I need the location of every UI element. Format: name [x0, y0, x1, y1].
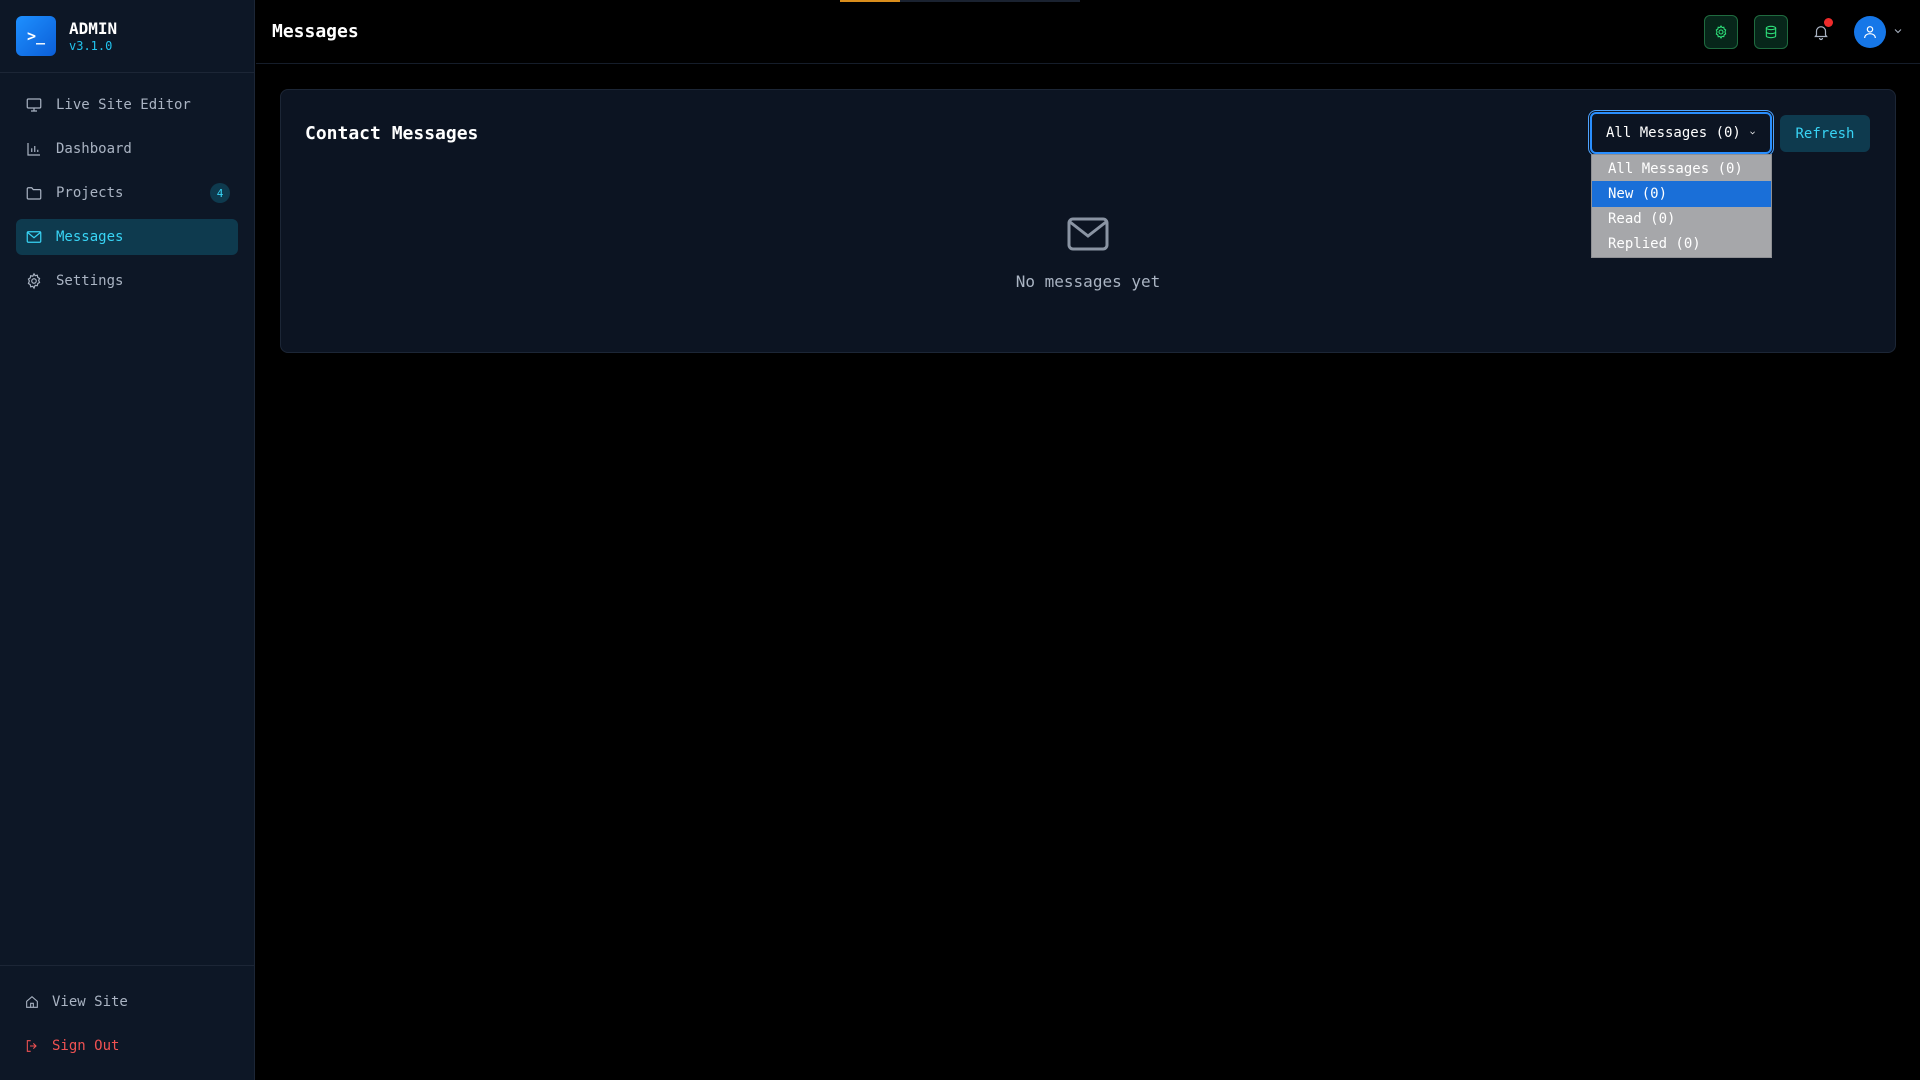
sidebar-item-label: Settings [56, 273, 124, 289]
bar-chart-icon [24, 139, 44, 159]
mail-icon [1067, 217, 1109, 251]
folder-icon [24, 183, 44, 203]
brand: >_ ADMIN v3.1.0 [0, 0, 254, 73]
user-icon [1864, 25, 1876, 38]
settings-status-button[interactable] [1704, 14, 1738, 49]
terminal-logo-icon: >_ [16, 16, 56, 56]
message-filter-select[interactable]: All Messages (0) [1588, 110, 1774, 156]
sign-out-button[interactable]: Sign Out [16, 1028, 238, 1064]
empty-state-text: No messages yet [1015, 272, 1161, 291]
sidebar: >_ ADMIN v3.1.0 Live Site Editor Dashboa… [0, 0, 255, 1080]
view-site-link[interactable]: View Site [16, 984, 238, 1020]
header-actions [1704, 14, 1904, 49]
filter-option-replied[interactable]: Replied (0) [1592, 232, 1771, 257]
user-menu-button[interactable] [1854, 15, 1904, 48]
sidebar-item-projects[interactable]: Projects 4 [16, 175, 238, 211]
loading-progress-fill [840, 0, 900, 2]
chevron-down-icon [1892, 22, 1904, 41]
card-title: Contact Messages [305, 123, 479, 144]
sidebar-item-label: Messages [56, 229, 124, 245]
database-icon [1765, 25, 1777, 38]
sign-out-icon [26, 1040, 37, 1052]
notification-dot [1824, 17, 1833, 27]
filter-option-new[interactable]: New (0) [1592, 181, 1771, 207]
filter-option-read[interactable]: Read (0) [1592, 207, 1771, 232]
database-status-button[interactable] [1754, 14, 1788, 49]
sidebar-item-dashboard[interactable]: Dashboard [16, 131, 238, 167]
projects-count-badge: 4 [210, 183, 230, 203]
avatar [1854, 15, 1886, 48]
mail-icon [24, 227, 44, 247]
filter-selected-value: All Messages (0) [1606, 125, 1741, 141]
sidebar-item-messages[interactable]: Messages [16, 219, 238, 255]
brand-text: ADMIN v3.1.0 [69, 19, 117, 54]
filter-option-all[interactable]: All Messages (0) [1592, 156, 1771, 181]
sidebar-nav: Live Site Editor Dashboard Projects 4 Me… [0, 73, 254, 313]
monitor-icon [24, 95, 44, 115]
sidebar-item-settings[interactable]: Settings [16, 263, 238, 299]
filter-dropdown-list: All Messages (0) New (0) Read (0) Replie… [1591, 154, 1772, 258]
page-title: Messages [272, 21, 359, 42]
chevron-down-icon [1750, 131, 1755, 135]
view-site-label: View Site [52, 994, 128, 1010]
sidebar-item-label: Live Site Editor [56, 97, 191, 113]
sidebar-item-label: Dashboard [56, 141, 132, 157]
loading-progress-bar [840, 0, 1080, 2]
brand-name: ADMIN [69, 18, 118, 38]
sign-out-label: Sign Out [52, 1038, 120, 1054]
notifications-button[interactable] [1804, 15, 1838, 49]
sidebar-item-label: Projects [56, 185, 124, 201]
sidebar-item-live-site-editor[interactable]: Live Site Editor [16, 87, 238, 123]
gear-icon [24, 271, 44, 291]
top-header: Messages [256, 0, 1920, 64]
sidebar-footer: View Site Sign Out [0, 965, 254, 1080]
settings-icon [1715, 24, 1727, 39]
brand-version: v3.1.0 [69, 38, 113, 53]
home-icon [26, 995, 38, 1008]
refresh-button[interactable]: Refresh [1780, 115, 1870, 152]
